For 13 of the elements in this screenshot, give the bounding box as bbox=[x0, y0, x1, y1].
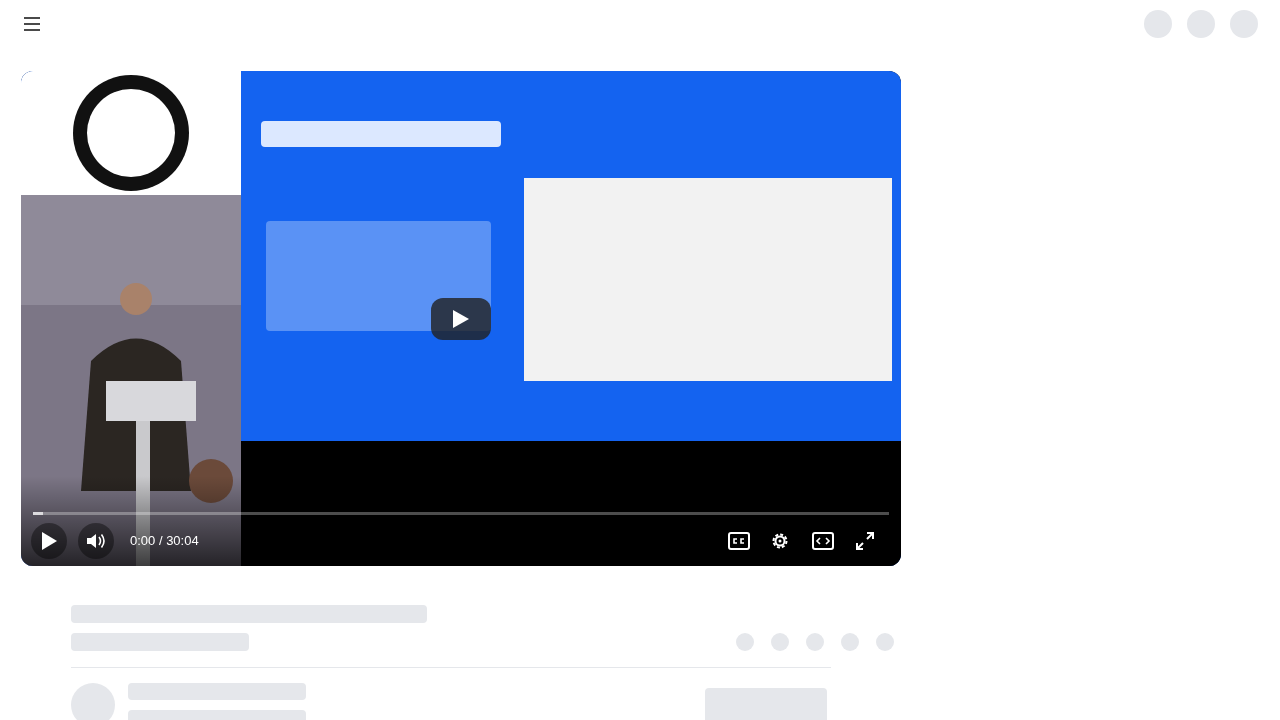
video-player[interactable]: 0:00 / 30:04 bbox=[21, 71, 901, 566]
time-display: 0:00 / 30:04 bbox=[130, 532, 199, 551]
volume-button[interactable] bbox=[78, 523, 114, 559]
play-button[interactable] bbox=[31, 523, 67, 559]
theater-mode-icon[interactable] bbox=[812, 532, 834, 550]
play-button[interactable] bbox=[431, 298, 491, 340]
captions-icon[interactable] bbox=[728, 532, 750, 550]
menu-icon[interactable] bbox=[23, 17, 41, 31]
play-icon bbox=[453, 310, 469, 328]
fullscreen-icon[interactable] bbox=[856, 532, 874, 550]
volume-icon bbox=[86, 532, 106, 550]
progress-bar[interactable] bbox=[33, 512, 889, 515]
settings-icon[interactable] bbox=[770, 531, 790, 551]
